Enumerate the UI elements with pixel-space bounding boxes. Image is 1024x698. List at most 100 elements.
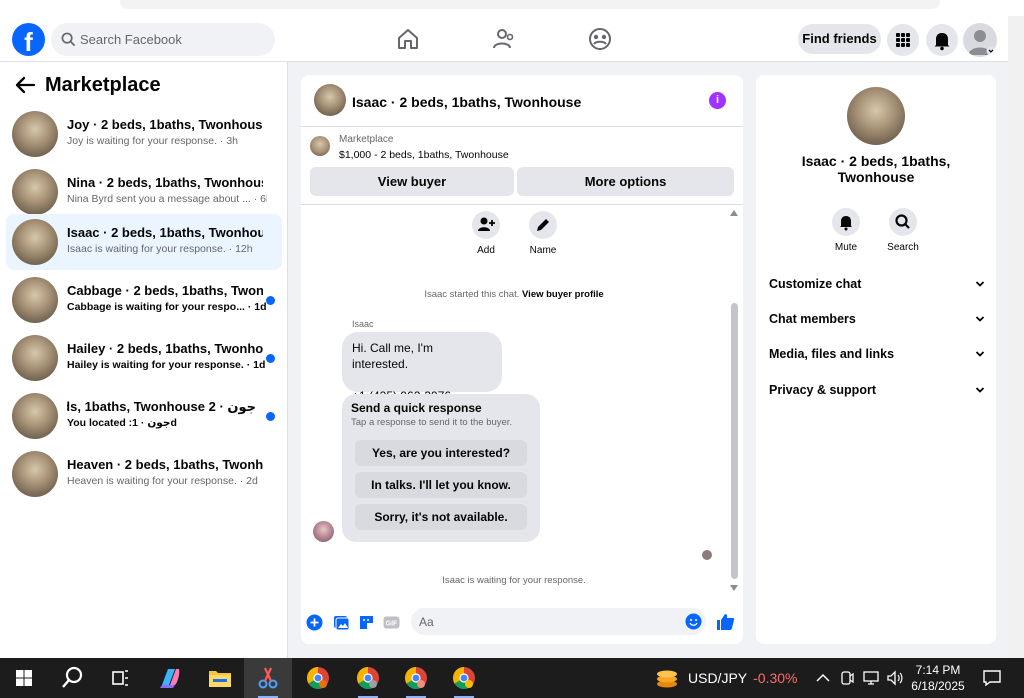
task-view-icon (112, 670, 128, 686)
meet-now-icon[interactable] (839, 670, 855, 686)
network-icon[interactable] (862, 670, 880, 686)
currency-widget[interactable]: USD/JPY -0.30% (688, 670, 797, 686)
conversation-name: Hailey · 2 beds, 1baths, Twonhouse (67, 341, 263, 356)
friends-icon[interactable] (491, 26, 517, 52)
more-options-button[interactable]: More options (517, 167, 734, 196)
chevron-down-icon (975, 281, 985, 287)
chat-started-notice: Isaac started this chat. View buyer prof… (301, 289, 727, 300)
chrome-profile-1[interactable] (294, 658, 342, 698)
row-label: Customize chat (769, 277, 862, 291)
info-icon[interactable]: i (709, 92, 726, 109)
scroll-up-arrow[interactable] (730, 210, 738, 216)
bell-icon (840, 216, 852, 231)
system-clock[interactable]: 7:14 PM 6/18/2025 (908, 662, 968, 694)
scroll-down-arrow[interactable] (730, 585, 738, 591)
chrome-icon (307, 667, 329, 689)
view-buyer-profile-link[interactable]: View buyer profile (522, 289, 604, 300)
marketplace-sidebar: Marketplace Joy · 2 beds, 1baths, Twonho… (0, 62, 288, 658)
conversation-item[interactable]: Hailey · 2 beds, 1baths, Twonhouse Haile… (6, 330, 282, 386)
mute-action[interactable]: Mute (821, 208, 871, 253)
unread-dot (266, 296, 275, 305)
top-navigation: f Search Facebook Find friends (0, 16, 1008, 62)
listing-avatar-large (847, 87, 905, 145)
conversation-snippet: Heaven is waiting for your response. · 2… (67, 475, 258, 487)
browser-address-strip (0, 0, 1024, 16)
media-files-links-row[interactable]: Media, files and links (769, 347, 985, 367)
sticker-icon[interactable] (358, 614, 375, 631)
back-arrow-icon[interactable] (14, 76, 36, 94)
conversation-item-active[interactable]: Isaac · 2 beds, 1baths, Twonhouse Isaac … (6, 214, 282, 270)
name-label: Name (529, 245, 557, 256)
conversation-item[interactable]: جون · 2 beds, 1baths, Twonhouse You loca… (6, 388, 282, 444)
photo-icon[interactable] (333, 614, 350, 631)
conversation-name: Joy · 2 beds, 1baths, Twonhouse (67, 117, 263, 132)
emoji-icon[interactable] (685, 613, 702, 630)
row-label: Media, files and links (769, 347, 895, 361)
conversation-item[interactable]: Joy · 2 beds, 1baths, Twonhouse Joy is w… (6, 106, 282, 162)
menu-button[interactable] (887, 24, 919, 56)
windows-taskbar: USD/JPY -0.30% 7:14 PM 6/18/2025 (0, 658, 1024, 698)
chrome-profile-4[interactable] (440, 658, 488, 698)
page-scrollbar[interactable] (1008, 16, 1024, 658)
copilot-button[interactable] (146, 658, 194, 698)
listing-thumbnail (12, 451, 58, 497)
listing-price: $1,000 - 2 beds, 1baths, Twonhouse (339, 149, 509, 161)
quick-reply-button[interactable]: In talks. I'll let you know. (355, 472, 527, 498)
facebook-logo-icon[interactable]: f (12, 23, 45, 56)
plus-circle-icon[interactable] (306, 614, 323, 631)
taskbar-search-button[interactable] (48, 658, 96, 698)
notifications-button[interactable] (926, 24, 958, 56)
search-action[interactable]: Search (878, 208, 928, 253)
unread-dot (266, 354, 275, 363)
search-icon (62, 666, 83, 688)
notification-center-icon[interactable] (982, 669, 1002, 687)
privacy-support-row[interactable]: Privacy & support (769, 383, 985, 403)
add-label: Add (477, 245, 495, 256)
listing-thumbnail (12, 335, 58, 381)
conversation-item[interactable]: Cabbage · 2 beds, 1baths, Twonh... Cabba… (6, 272, 282, 328)
view-buyer-button[interactable]: View buyer (310, 167, 514, 196)
chat-avatar[interactable] (314, 84, 346, 116)
folder-icon (209, 671, 231, 687)
conversation-snippet: Nina Byrd sent you a message about ... ·… (67, 193, 267, 205)
add-action[interactable]: Add (466, 211, 506, 256)
name-action[interactable]: Name (523, 211, 563, 256)
quick-reply-button[interactable]: Sorry, it's not available. (355, 504, 527, 530)
currency-pair: USD/JPY (688, 670, 748, 686)
chat-members-row[interactable]: Chat members (769, 312, 985, 332)
start-button[interactable] (0, 658, 48, 698)
home-icon[interactable] (395, 26, 421, 52)
search-placeholder: Search Facebook (80, 32, 182, 47)
address-bar[interactable] (120, 0, 940, 9)
windows-logo-icon (16, 670, 32, 686)
chat-title: Isaac · 2 beds, 1baths, Twonhouse (352, 94, 582, 110)
conversation-item[interactable]: Heaven · 2 beds, 1baths, Twonhouse Heave… (6, 446, 282, 502)
chat-scrollbar[interactable] (731, 303, 738, 579)
snipping-tool-button[interactable] (244, 658, 292, 698)
groups-icon[interactable] (587, 26, 613, 52)
task-view-button[interactable] (96, 658, 144, 698)
quick-reply-button[interactable]: Yes, are you interested? (355, 440, 527, 466)
volume-icon[interactable] (886, 670, 904, 686)
message-input[interactable]: Aa (411, 608, 706, 635)
chevron-up-icon[interactable] (815, 671, 831, 685)
search-icon (895, 214, 910, 229)
chrome-icon (357, 667, 379, 689)
chrome-profile-2[interactable] (344, 658, 392, 698)
thumbs-up-icon[interactable] (716, 612, 735, 631)
find-friends-button[interactable]: Find friends (798, 24, 881, 54)
file-explorer-button[interactable] (196, 658, 244, 698)
customize-chat-row[interactable]: Customize chat (769, 277, 985, 297)
listing-thumbnail (12, 169, 58, 215)
unread-dot (266, 412, 275, 421)
chrome-profile-3[interactable] (392, 658, 440, 698)
message-placeholder: Aa (419, 615, 434, 629)
gif-icon[interactable]: GIF (383, 614, 400, 631)
waiting-notice: Isaac is waiting for your response. (442, 575, 586, 586)
seen-indicator (702, 550, 712, 560)
grid-menu-icon (896, 33, 910, 47)
conversation-item[interactable]: Nina · 2 beds, 1baths, Twonhouse Nina By… (6, 164, 282, 220)
account-avatar[interactable] (963, 23, 997, 57)
search-box[interactable]: Search Facebook (51, 23, 275, 56)
listing-thumbnail (12, 277, 58, 323)
